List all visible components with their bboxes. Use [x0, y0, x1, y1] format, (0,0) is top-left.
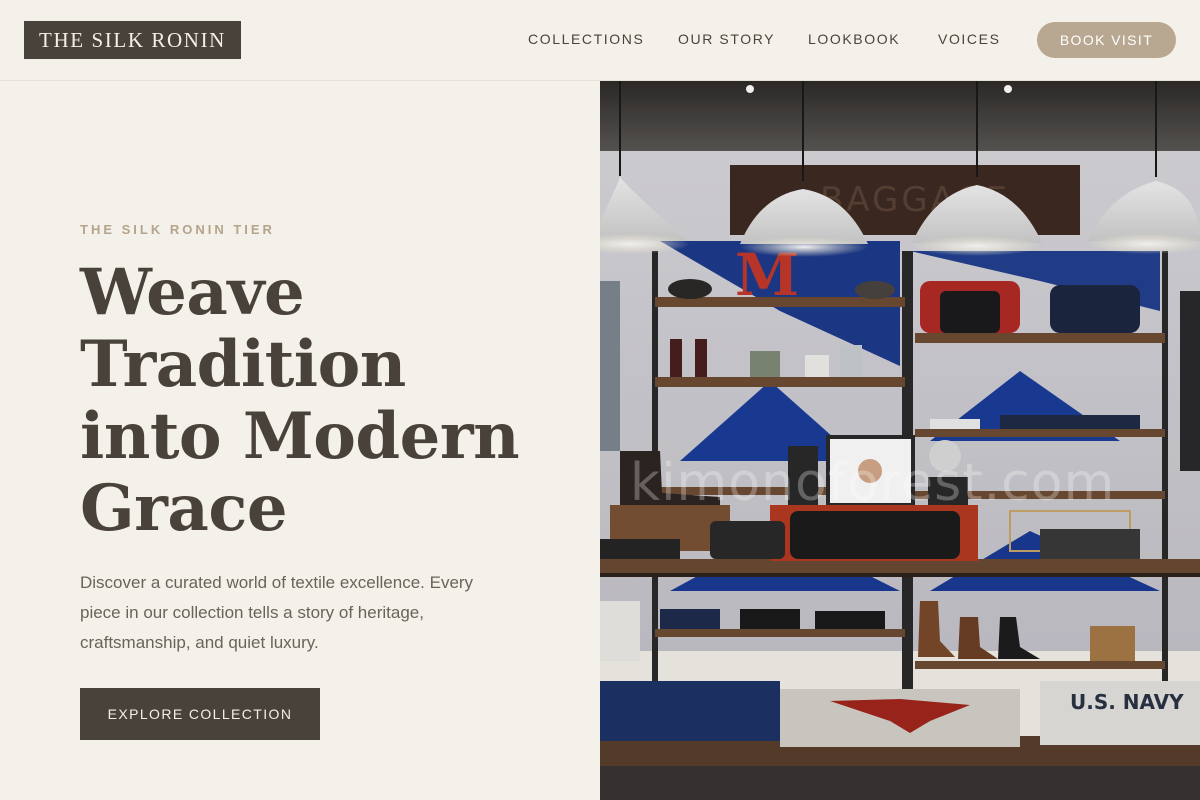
book-visit-button[interactable]: BOOK VISIT	[1037, 22, 1176, 58]
nav-item-lookbook[interactable]: LOOKBOOK	[808, 31, 900, 47]
explore-collection-button[interactable]: EXPLORE COLLECTION	[80, 688, 320, 740]
site-logo[interactable]: THE SILK RONIN	[24, 21, 241, 59]
hero-title-line: Grace	[80, 471, 288, 546]
nav-item-voices[interactable]: VOICES	[938, 31, 1001, 47]
hero-description: Discover a curated world of textile exce…	[80, 573, 474, 652]
site-header: THE SILK RONIN COLLECTIONS OUR STORY LOO…	[0, 0, 1200, 81]
hero-title-line: Weave	[80, 255, 305, 330]
hero-title-line: Tradition	[80, 327, 406, 402]
nav-item-collections[interactable]: COLLECTIONS	[528, 31, 644, 47]
nav-item-our-story[interactable]: OUR STORY	[678, 31, 775, 47]
hero-store-photo: BAGGAGE M U.S. NAVY kimonoforest.com	[600, 81, 1200, 800]
hero-title-line: into Modern	[80, 399, 520, 474]
store-interior-illustration: BAGGAGE M U.S. NAVY	[600, 81, 1200, 800]
hero-text-panel: THE SILK RONIN TIER Weave Tradition into…	[0, 81, 600, 800]
hero-title: Weave Tradition into Modern Grace	[80, 257, 560, 545]
hero-eyebrow: THE SILK RONIN TIER	[80, 222, 275, 237]
